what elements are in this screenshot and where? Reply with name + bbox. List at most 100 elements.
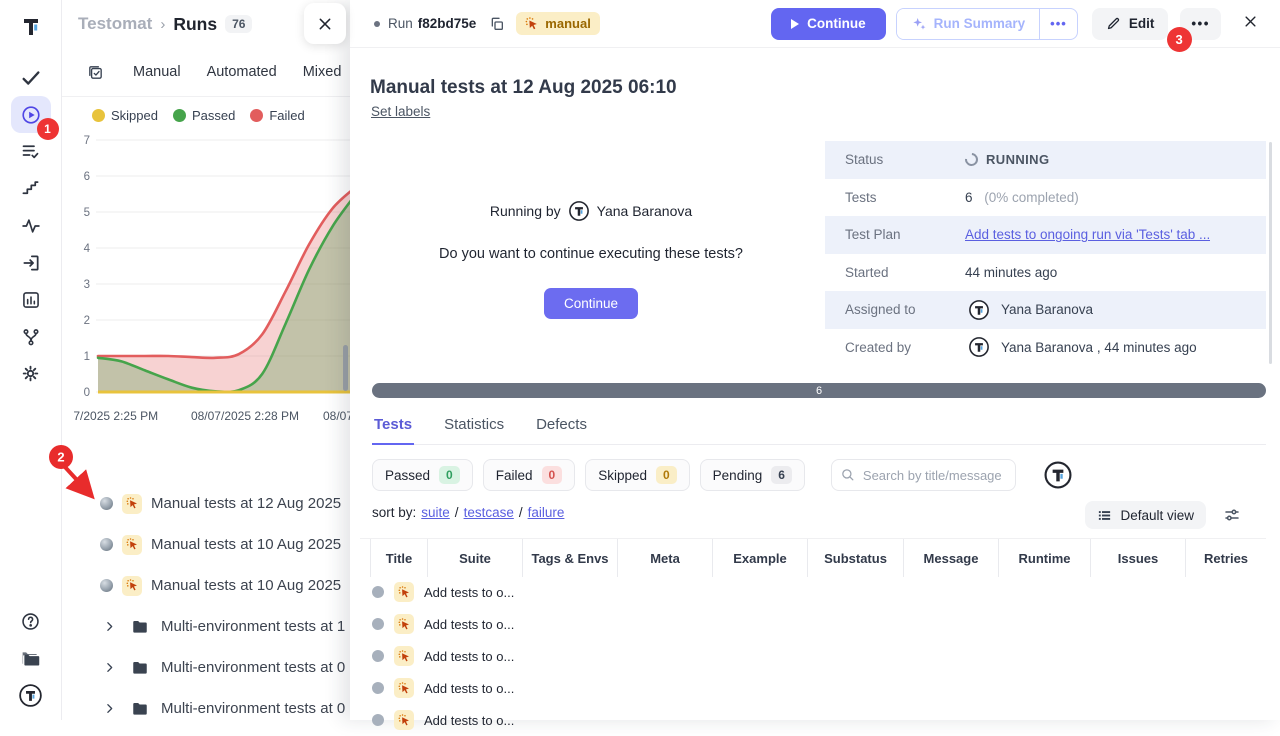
status-text: RUNNING [986, 152, 1049, 167]
sort-separator: / [519, 505, 523, 520]
chevron-right-icon [100, 699, 119, 718]
sidebar-item-tests[interactable] [11, 59, 51, 96]
edit-run-button[interactable]: Edit [1092, 8, 1169, 40]
sidebar-item-analytics[interactable] [11, 281, 51, 318]
run-folder-item[interactable]: Multi-environment tests at 1 [62, 606, 350, 647]
info-label: Test Plan [825, 227, 965, 242]
svg-text:08/07/2025 2:25 PM: 08/07/2025 2:25 PM [74, 409, 158, 423]
breadcrumb-app[interactable]: Testomat [78, 14, 152, 34]
run-list-item[interactable]: Manual tests at 10 Aug 2025 [62, 524, 350, 565]
left-panel-scrollbar[interactable] [343, 345, 348, 391]
legend-dot-icon [173, 109, 186, 122]
filter-count-badge: 0 [542, 466, 563, 484]
run-status-sphere-icon [100, 579, 113, 592]
legend-item-failed[interactable]: Failed [250, 108, 304, 123]
tab-statistics[interactable]: Statistics [442, 408, 506, 444]
sidebar-item-help[interactable] [11, 603, 51, 640]
filter-count-badge: 6 [771, 466, 792, 484]
search-input[interactable] [831, 459, 1016, 491]
user-name: Yana Baranova [1001, 302, 1093, 317]
legend-item-skipped[interactable]: Skipped [92, 108, 158, 123]
filter-pending-button[interactable]: Pending 6 [700, 459, 805, 491]
test-title: Add tests to o... [424, 585, 514, 600]
sidebar-item-branches[interactable] [11, 318, 51, 355]
run-type-tabs: Manual Automated Mixed [62, 48, 350, 97]
sidebar-item-profile[interactable] [11, 677, 51, 714]
run-info-table: StatusRUNNINGTests6 (0% completed)Test P… [825, 141, 1266, 366]
filter-label: Pending [713, 468, 763, 483]
sort-link-suite[interactable]: suite [421, 505, 450, 520]
info-row-assigned-to: Assigned toYana Baranova [825, 291, 1266, 329]
manual-run-icon [122, 494, 142, 514]
sidebar-item-checklists[interactable] [11, 133, 51, 170]
select-all-button[interactable] [84, 61, 107, 84]
tab-mixed[interactable]: Mixed [303, 64, 342, 80]
sparkles-icon [911, 16, 927, 32]
sidebar-item-settings[interactable] [11, 355, 51, 392]
app-logo[interactable] [11, 8, 51, 45]
manual-cursor-icon [525, 17, 539, 31]
run-summary-more-button[interactable]: ••• [1039, 9, 1077, 39]
continue-run-button[interactable]: Continue [771, 8, 886, 40]
tab-defects[interactable]: Defects [534, 408, 589, 444]
info-row-created-by: Created byYana Baranova , 44 minutes ago [825, 329, 1266, 367]
filter-label: Failed [496, 468, 533, 483]
help-icon [20, 611, 41, 632]
run-list-item[interactable]: Manual tests at 12 Aug 2025 [62, 483, 350, 524]
sort-link-testcase[interactable]: testcase [464, 505, 514, 520]
filter-passed-button[interactable]: Passed0 [372, 459, 473, 491]
run-item-label: Multi-environment tests at 1 [161, 618, 345, 635]
tab-automated[interactable]: Automated [207, 64, 277, 80]
test-result-row[interactable]: Add tests to o... [360, 640, 1266, 672]
tests-count: 6 [965, 190, 973, 205]
running-by-prefix: Running by [490, 203, 561, 219]
test-result-row[interactable]: Add tests to o... [360, 704, 1266, 736]
svg-text:4: 4 [84, 243, 91, 255]
drawer-close-button[interactable] [304, 3, 346, 44]
run-list-item[interactable]: Manual tests at 10 Aug 2025 [62, 565, 350, 606]
copy-run-id-button[interactable] [486, 13, 508, 35]
run-summary-button[interactable]: Run Summary [897, 9, 1040, 39]
column-header-issues: Issues [1090, 539, 1185, 577]
filter-label: Passed [385, 468, 430, 483]
manual-test-icon [394, 710, 414, 730]
copy-icon [489, 16, 505, 32]
sidebar-item-steps[interactable] [11, 170, 51, 207]
view-settings-button[interactable] [1220, 503, 1244, 527]
test-title: Add tests to o... [424, 681, 514, 696]
filter-skipped-button[interactable]: Skipped0 [585, 459, 689, 491]
filter-label: Skipped [598, 468, 647, 483]
info-label: Created by [825, 340, 965, 355]
assignee-avatar[interactable] [1040, 457, 1076, 493]
sort-link-failure[interactable]: failure [528, 505, 565, 520]
test-plan-link[interactable]: Add tests to ongoing run via 'Tests' tab… [965, 227, 1210, 242]
sidebar-item-projects[interactable] [11, 640, 51, 677]
run-folder-item[interactable]: Multi-environment tests at 0 [62, 688, 350, 720]
close-panel-button[interactable] [1237, 13, 1264, 35]
set-labels-link[interactable]: Set labels [371, 104, 430, 119]
close-icon [317, 16, 333, 32]
run-folder-item[interactable]: Multi-environment tests at 0 [62, 647, 350, 688]
svg-text:1: 1 [84, 351, 90, 363]
test-result-row[interactable]: Add tests to o... [360, 672, 1266, 704]
svg-text:6: 6 [84, 171, 90, 183]
sidebar-item-import[interactable] [11, 244, 51, 281]
test-result-row[interactable]: Add tests to o... [360, 576, 1266, 608]
import-icon [21, 253, 41, 273]
more-actions-button[interactable]: ••• 3 [1180, 8, 1221, 40]
sliders-icon [1223, 506, 1241, 524]
default-view-button[interactable]: Default view [1085, 501, 1206, 529]
sidebar-item-activity[interactable] [11, 207, 51, 244]
filter-failed-button[interactable]: Failed 0 [483, 459, 575, 491]
continue-prompt-button[interactable]: Continue [544, 288, 638, 319]
runner-name: Yana Baranova [597, 203, 692, 219]
sidebar-item-runs[interactable]: 1 [11, 96, 51, 133]
run-item-label: Manual tests at 10 Aug 2025 [151, 577, 341, 594]
detail-scrollbar[interactable] [1269, 142, 1272, 364]
tab-tests[interactable]: Tests [372, 408, 414, 445]
info-value: RUNNING [965, 152, 1266, 167]
tab-manual[interactable]: Manual [133, 64, 181, 80]
user-avatar [965, 333, 993, 361]
legend-item-passed[interactable]: Passed [173, 108, 235, 123]
test-result-row[interactable]: Add tests to o... [360, 608, 1266, 640]
